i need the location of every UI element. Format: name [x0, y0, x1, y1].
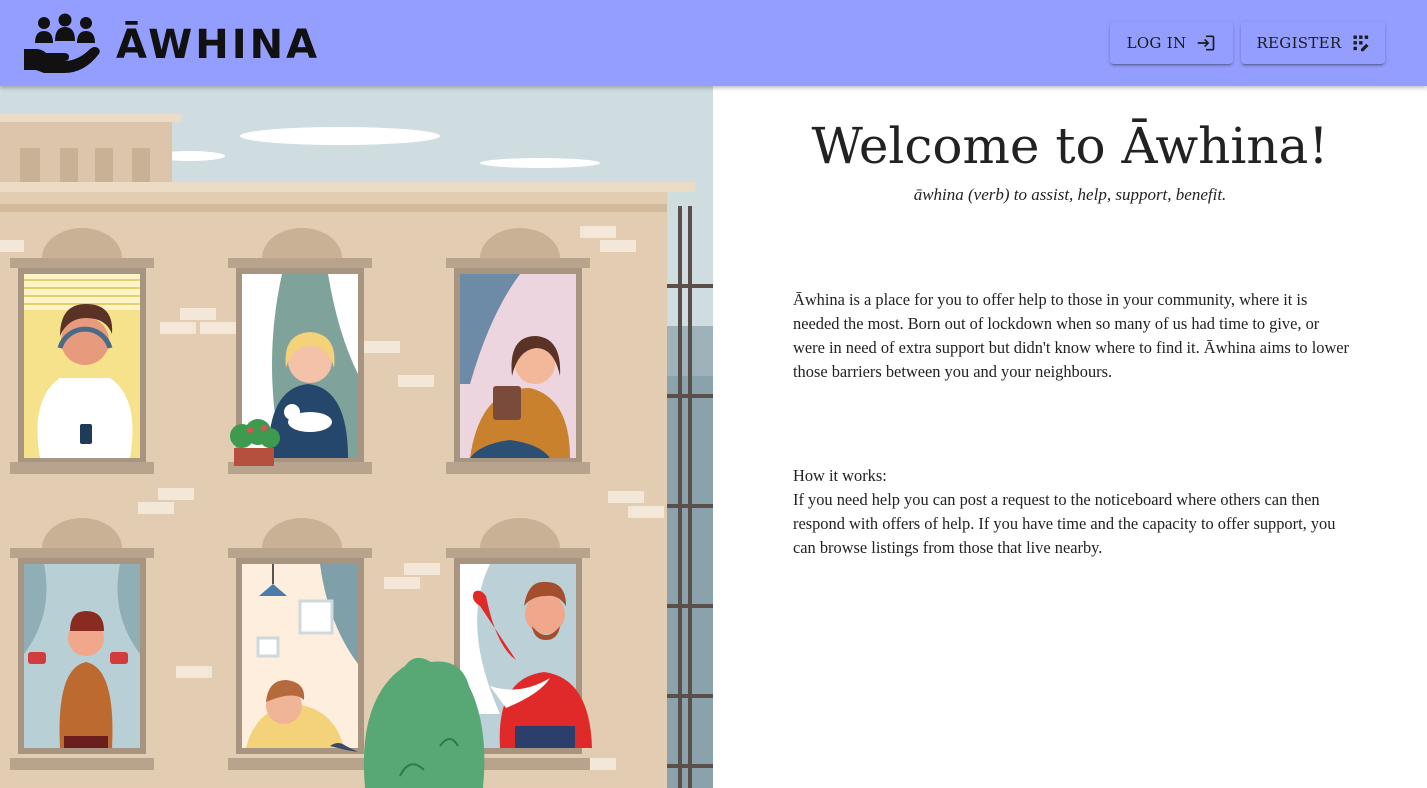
- tagline: āwhina (verb) to assist, help, support, …: [913, 185, 1227, 204]
- neighbours-illustration: [0, 86, 713, 788]
- register-label: REGISTER: [1256, 34, 1342, 52]
- logo[interactable]: ĀWHINA: [24, 12, 324, 74]
- app-name: ĀWHINA: [116, 22, 321, 68]
- app-bar: ĀWHINA LOG IN REGISTER: [0, 0, 1427, 86]
- register-button[interactable]: REGISTER: [1241, 22, 1385, 64]
- login-button[interactable]: LOG IN: [1110, 22, 1233, 64]
- page-title: Welcome to Āwhina!: [811, 117, 1329, 175]
- app-registration-icon: [1353, 35, 1369, 52]
- apartment-building-image: [0, 86, 713, 788]
- login-label: LOG IN: [1126, 34, 1187, 52]
- welcome-content: Welcome to Āwhina! āwhina (verb) to assi…: [713, 86, 1427, 788]
- intro-paragraph: Āwhina is a place for you to offer help …: [793, 290, 1350, 381]
- login-arrow-icon: [1198, 35, 1215, 51]
- how-it-works-heading: How it works:: [793, 466, 887, 485]
- how-it-works-paragraph: If you need help you can post a request …: [793, 490, 1336, 557]
- people-in-hand-icon: [24, 13, 100, 73]
